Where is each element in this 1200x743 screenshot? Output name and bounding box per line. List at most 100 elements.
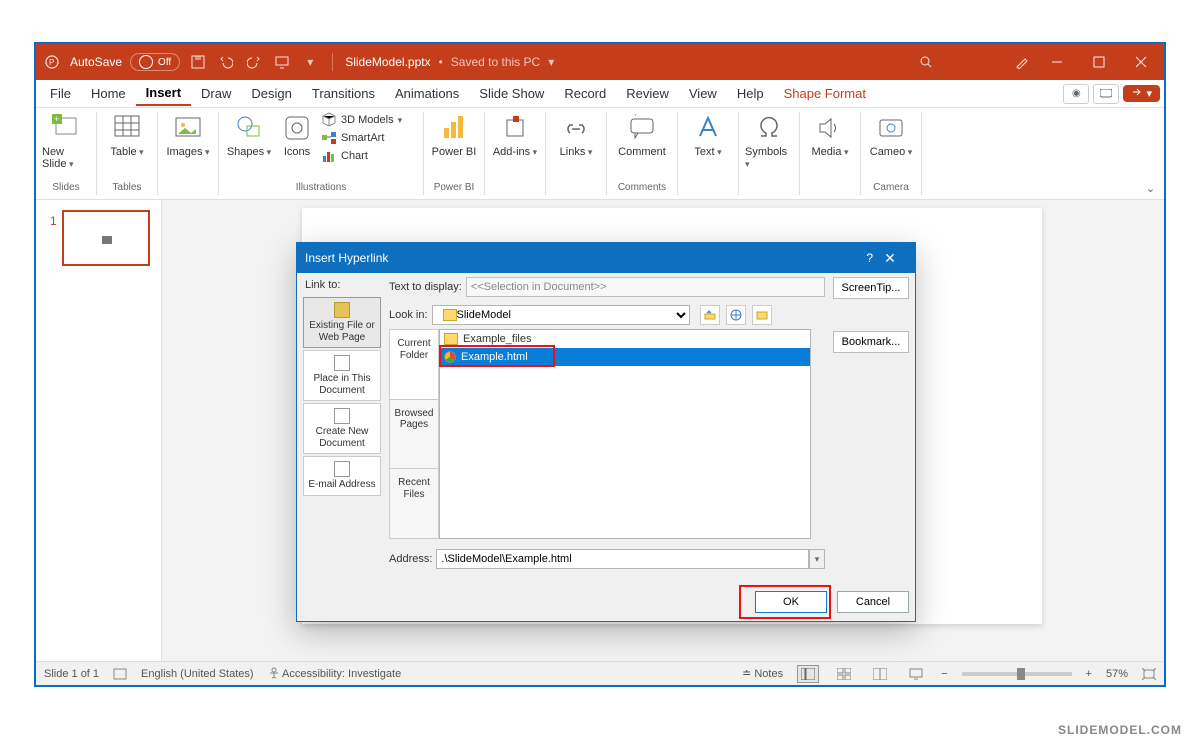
address-input[interactable]	[436, 549, 809, 569]
pen-icon[interactable]	[1012, 52, 1032, 72]
new-slide-button[interactable]: + New Slide	[42, 112, 90, 170]
close-button[interactable]	[1124, 48, 1158, 76]
nav-existing-file[interactable]: Existing File or Web Page	[303, 297, 381, 348]
addins-button[interactable]: Add-ins	[491, 112, 539, 158]
ribbon-collapse-icon[interactable]: ⌄	[1146, 182, 1155, 195]
images-button[interactable]: Images	[164, 112, 212, 158]
language-status[interactable]: English (United States)	[141, 668, 254, 680]
normal-view-icon[interactable]	[797, 665, 819, 683]
dialog-title: Insert Hyperlink	[305, 251, 388, 265]
symbols-button[interactable]: Symbols	[745, 112, 793, 170]
notes-button[interactable]: ≐ Notes	[742, 667, 783, 680]
browse-web-icon[interactable]	[726, 305, 746, 325]
minimize-button[interactable]	[1040, 48, 1074, 76]
address-label: Address:	[389, 553, 432, 565]
text-icon	[694, 114, 722, 142]
dialog-help-button[interactable]: ?	[866, 251, 873, 265]
up-folder-icon[interactable]	[700, 305, 720, 325]
group-powerbi-label: Power BI	[430, 180, 478, 195]
screentip-button[interactable]: ScreenTip...	[833, 277, 909, 299]
look-in-label: Look in:	[389, 309, 428, 321]
redo-icon[interactable]	[244, 52, 264, 72]
comments-icon[interactable]	[1093, 84, 1119, 104]
nav-create-new[interactable]: Create New Document	[303, 403, 381, 454]
annotation-highlight-file	[439, 345, 555, 367]
tab-draw[interactable]: Draw	[191, 82, 241, 105]
tab-shape-format[interactable]: Shape Format	[774, 82, 876, 105]
nav-place-in-doc[interactable]: Place in This Document	[303, 350, 381, 401]
browse-file-icon[interactable]	[752, 305, 772, 325]
3d-models-button[interactable]: 3D Models ▾	[321, 112, 417, 128]
shapes-button[interactable]: Shapes	[225, 112, 273, 158]
text-button[interactable]: Text	[684, 112, 732, 158]
shapes-icon	[235, 114, 263, 142]
zoom-slider[interactable]	[962, 672, 1072, 676]
tab-insert[interactable]: Insert	[136, 81, 191, 106]
tab-transitions[interactable]: Transitions	[302, 82, 385, 105]
share-button[interactable]: ▾	[1123, 85, 1160, 102]
autosave-toggle[interactable]: Off	[130, 53, 180, 71]
slideshow-view-icon[interactable]	[905, 665, 927, 683]
comment-button[interactable]: + Comment	[613, 112, 671, 158]
fit-to-window-icon[interactable]	[1142, 668, 1156, 680]
thumbnail-pane[interactable]	[36, 200, 162, 661]
title-dropdown-icon[interactable]: ▾	[548, 55, 554, 69]
zoom-in-button[interactable]: +	[1086, 668, 1092, 680]
reading-view-icon[interactable]	[869, 665, 891, 683]
document-title: SlideModel.pptx	[345, 55, 430, 69]
cameo-button[interactable]: Cameo	[867, 112, 915, 158]
group-comments-label: Comments	[613, 180, 671, 195]
spellcheck-icon[interactable]	[113, 668, 127, 680]
browse-browsed-pages[interactable]: Browsed Pages	[389, 399, 439, 469]
slide-sorter-icon[interactable]	[833, 665, 855, 683]
nav-email-address[interactable]: E-mail Address	[303, 456, 381, 496]
present-icon[interactable]	[272, 52, 292, 72]
tab-record[interactable]: Record	[554, 82, 616, 105]
zoom-level[interactable]: 57%	[1106, 668, 1128, 680]
tab-animations[interactable]: Animations	[385, 82, 469, 105]
slide-thumbnail-1[interactable]	[62, 210, 150, 266]
powerbi-button[interactable]: Power BI	[430, 112, 478, 158]
tab-help[interactable]: Help	[727, 82, 774, 105]
smartart-button[interactable]: SmartArt	[321, 130, 417, 146]
icons-button[interactable]: Icons	[277, 112, 317, 158]
tab-view[interactable]: View	[679, 82, 727, 105]
titlebar: P AutoSave Off ▾ SlideModel.pptx • Saved…	[36, 44, 1164, 80]
slide-number-label: 1	[50, 214, 57, 228]
tab-home[interactable]: Home	[81, 82, 136, 105]
envelope-icon	[334, 461, 350, 477]
link-icon	[562, 114, 590, 142]
svg-text:+: +	[633, 114, 638, 119]
tab-slideshow[interactable]: Slide Show	[469, 82, 554, 105]
address-dropdown-icon[interactable]: ▾	[809, 549, 825, 569]
chart-button[interactable]: Chart	[321, 148, 417, 164]
globe-file-icon	[334, 302, 350, 318]
group-slides-label: Slides	[42, 180, 90, 195]
maximize-button[interactable]	[1082, 48, 1116, 76]
zoom-out-button[interactable]: −	[941, 668, 947, 680]
links-button[interactable]: Links	[552, 112, 600, 158]
record-camera-icon[interactable]: ◉	[1063, 84, 1089, 104]
cancel-button[interactable]: Cancel	[837, 591, 909, 613]
bookmark-button[interactable]: Bookmark...	[833, 331, 909, 353]
dialog-close-button[interactable]: ✕	[873, 250, 907, 267]
qat-overflow-icon[interactable]: ▾	[300, 52, 320, 72]
link-to-nav: Existing File or Web Page Place in This …	[303, 297, 381, 496]
undo-icon[interactable]	[216, 52, 236, 72]
browse-recent-files[interactable]: Recent Files	[389, 468, 439, 539]
link-to-label: Link to:	[305, 279, 340, 291]
search-icon[interactable]	[916, 52, 936, 72]
tab-design[interactable]: Design	[241, 82, 301, 105]
cube-icon	[321, 112, 337, 128]
speaker-icon	[816, 114, 844, 142]
browse-current-folder[interactable]: Current Folder	[389, 329, 439, 399]
media-button[interactable]: Media	[806, 112, 854, 158]
tab-file[interactable]: File	[40, 82, 81, 105]
table-button[interactable]: Table	[103, 112, 151, 158]
accessibility-status[interactable]: Accessibility: Investigate	[268, 667, 402, 680]
save-icon[interactable]	[188, 52, 208, 72]
tab-review[interactable]: Review	[616, 82, 679, 105]
annotation-highlight-ok	[739, 585, 831, 619]
dialog-titlebar[interactable]: Insert Hyperlink ? ✕	[297, 243, 915, 273]
look-in-dropdown[interactable]: SlideModel	[432, 305, 690, 325]
